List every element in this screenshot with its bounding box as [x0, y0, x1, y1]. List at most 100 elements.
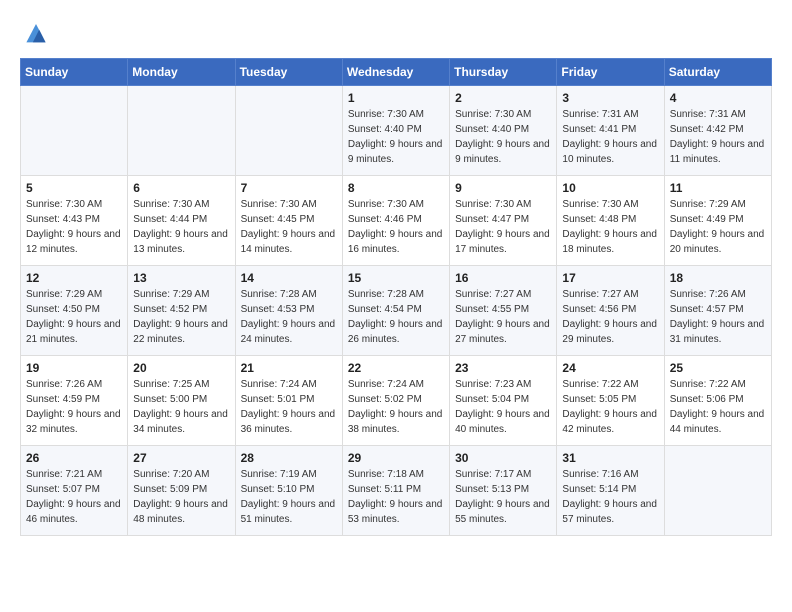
weekday-header-wednesday: Wednesday	[342, 59, 449, 86]
weekday-header-tuesday: Tuesday	[235, 59, 342, 86]
calendar-cell: 29 Sunrise: 7:18 AMSunset: 5:11 PMDayligh…	[342, 446, 449, 536]
logo-icon	[20, 20, 52, 48]
day-info: Sunrise: 7:22 AMSunset: 5:06 PMDaylight:…	[670, 377, 766, 437]
day-number: 22	[348, 361, 444, 375]
calendar-cell: 13Sunrise: 7:29 AMSunset: 4:52 PMDayligh…	[128, 266, 235, 356]
day-number: 23	[455, 361, 551, 375]
logo	[20, 20, 56, 48]
day-info: Sunrise: 7:16 AMSunset: 5:14 PMDaylight:…	[562, 467, 658, 527]
day-info: Sunrise: 7:30 AMSunset: 4:40 PMDaylight:…	[455, 107, 551, 167]
day-number: 8	[348, 181, 444, 195]
day-number: 21	[241, 361, 337, 375]
weekday-header-saturday: Saturday	[664, 59, 771, 86]
calendar-cell: 30 Sunrise: 7:17 AMSunset: 5:13 PMDayligh…	[450, 446, 557, 536]
day-info: Sunrise: 7:19 AMSunset: 5:10 PMDaylight:…	[241, 467, 337, 527]
calendar-cell: 28 Sunrise: 7:19 AMSunset: 5:10 PMDayligh…	[235, 446, 342, 536]
calendar-cell: 3 Sunrise: 7:31 AMSunset: 4:41 PMDaylight…	[557, 86, 664, 176]
day-info: Sunrise: 7:28 AMSunset: 4:53 PMDaylight:…	[241, 287, 337, 347]
calendar-cell: 8 Sunrise: 7:30 AMSunset: 4:46 PMDaylight…	[342, 176, 449, 266]
calendar-cell: 4 Sunrise: 7:31 AMSunset: 4:42 PMDaylight…	[664, 86, 771, 176]
day-info: Sunrise: 7:24 AMSunset: 5:01 PMDaylight:…	[241, 377, 337, 437]
calendar-cell: 18 Sunrise: 7:26 AMSunset: 4:57 PMDayligh…	[664, 266, 771, 356]
calendar-cell	[235, 86, 342, 176]
day-number: 6	[133, 181, 229, 195]
day-number: 31	[562, 451, 658, 465]
page-header	[20, 20, 772, 48]
day-number: 18	[670, 271, 766, 285]
day-info: Sunrise: 7:30 AMSunset: 4:47 PMDaylight:…	[455, 197, 551, 257]
day-info: Sunrise: 7:30 AMSunset: 4:44 PMDaylight:…	[133, 197, 229, 257]
weekday-header-thursday: Thursday	[450, 59, 557, 86]
calendar-cell: 19 Sunrise: 7:26 AMSunset: 4:59 PMDayligh…	[21, 356, 128, 446]
day-info: Sunrise: 7:30 AMSunset: 4:46 PMDaylight:…	[348, 197, 444, 257]
day-number: 27	[133, 451, 229, 465]
calendar-cell: 31 Sunrise: 7:16 AMSunset: 5:14 PMDayligh…	[557, 446, 664, 536]
day-number: 25	[670, 361, 766, 375]
calendar-cell	[21, 86, 128, 176]
day-info: Sunrise: 7:17 AMSunset: 5:13 PMDaylight:…	[455, 467, 551, 527]
calendar-cell: 12 Sunrise: 7:29 AMSunset: 4:50 PMDayligh…	[21, 266, 128, 356]
day-info: Sunrise: 7:25 AMSunset: 5:00 PMDaylight:…	[133, 377, 229, 437]
day-number: 19	[26, 361, 122, 375]
day-number: 29	[348, 451, 444, 465]
calendar-cell: 9Sunrise: 7:30 AMSunset: 4:47 PMDaylight…	[450, 176, 557, 266]
calendar-cell: 21 Sunrise: 7:24 AMSunset: 5:01 PMDayligh…	[235, 356, 342, 446]
day-number: 3	[562, 91, 658, 105]
day-info: Sunrise: 7:18 AMSunset: 5:11 PMDaylight:…	[348, 467, 444, 527]
calendar-cell: 7Sunrise: 7:30 AMSunset: 4:45 PMDaylight…	[235, 176, 342, 266]
day-info: Sunrise: 7:22 AMSunset: 5:05 PMDaylight:…	[562, 377, 658, 437]
day-number: 2	[455, 91, 551, 105]
calendar-cell: 15 Sunrise: 7:28 AMSunset: 4:54 PMDayligh…	[342, 266, 449, 356]
calendar-cell: 14 Sunrise: 7:28 AMSunset: 4:53 PMDayligh…	[235, 266, 342, 356]
calendar-cell: 22 Sunrise: 7:24 AMSunset: 5:02 PMDayligh…	[342, 356, 449, 446]
day-info: Sunrise: 7:26 AMSunset: 4:57 PMDaylight:…	[670, 287, 766, 347]
day-number: 20	[133, 361, 229, 375]
calendar-cell: 16Sunrise: 7:27 AMSunset: 4:55 PMDayligh…	[450, 266, 557, 356]
day-number: 10	[562, 181, 658, 195]
calendar-cell: 24 Sunrise: 7:22 AMSunset: 5:05 PMDayligh…	[557, 356, 664, 446]
calendar-cell: 10 Sunrise: 7:30 AMSunset: 4:48 PMDayligh…	[557, 176, 664, 266]
day-number: 17	[562, 271, 658, 285]
day-number: 14	[241, 271, 337, 285]
day-info: Sunrise: 7:31 AMSunset: 4:41 PMDaylight:…	[562, 107, 658, 167]
day-number: 5	[26, 181, 122, 195]
day-info: Sunrise: 7:29 AMSunset: 4:49 PMDaylight:…	[670, 197, 766, 257]
day-number: 28	[241, 451, 337, 465]
weekday-header-friday: Friday	[557, 59, 664, 86]
day-info: Sunrise: 7:21 AMSunset: 5:07 PMDaylight:…	[26, 467, 122, 527]
day-number: 4	[670, 91, 766, 105]
calendar-cell: 26Sunrise: 7:21 AMSunset: 5:07 PMDayligh…	[21, 446, 128, 536]
calendar-cell	[664, 446, 771, 536]
day-info: Sunrise: 7:24 AMSunset: 5:02 PMDaylight:…	[348, 377, 444, 437]
day-info: Sunrise: 7:30 AMSunset: 4:43 PMDaylight:…	[26, 197, 122, 257]
weekday-header-sunday: Sunday	[21, 59, 128, 86]
day-number: 16	[455, 271, 551, 285]
calendar-cell: 25 Sunrise: 7:22 AMSunset: 5:06 PMDayligh…	[664, 356, 771, 446]
calendar-cell: 2 Sunrise: 7:30 AMSunset: 4:40 PMDaylight…	[450, 86, 557, 176]
calendar-cell: 6 Sunrise: 7:30 AMSunset: 4:44 PMDaylight…	[128, 176, 235, 266]
day-info: Sunrise: 7:30 AMSunset: 4:48 PMDaylight:…	[562, 197, 658, 257]
day-info: Sunrise: 7:29 AMSunset: 4:50 PMDaylight:…	[26, 287, 122, 347]
calendar-cell: 20 Sunrise: 7:25 AMSunset: 5:00 PMDayligh…	[128, 356, 235, 446]
day-info: Sunrise: 7:31 AMSunset: 4:42 PMDaylight:…	[670, 107, 766, 167]
day-info: Sunrise: 7:29 AMSunset: 4:52 PMDaylight:…	[133, 287, 229, 347]
calendar-cell	[128, 86, 235, 176]
day-number: 1	[348, 91, 444, 105]
day-info: Sunrise: 7:20 AMSunset: 5:09 PMDaylight:…	[133, 467, 229, 527]
calendar-cell: 23Sunrise: 7:23 AMSunset: 5:04 PMDayligh…	[450, 356, 557, 446]
weekday-header-monday: Monday	[128, 59, 235, 86]
day-number: 30	[455, 451, 551, 465]
day-number: 15	[348, 271, 444, 285]
calendar-cell: 1 Sunrise: 7:30 AMSunset: 4:40 PMDaylight…	[342, 86, 449, 176]
day-info: Sunrise: 7:27 AMSunset: 4:56 PMDaylight:…	[562, 287, 658, 347]
day-info: Sunrise: 7:28 AMSunset: 4:54 PMDaylight:…	[348, 287, 444, 347]
day-number: 11	[670, 181, 766, 195]
day-info: Sunrise: 7:30 AMSunset: 4:40 PMDaylight:…	[348, 107, 444, 167]
calendar-cell: 5 Sunrise: 7:30 AMSunset: 4:43 PMDaylight…	[21, 176, 128, 266]
day-number: 24	[562, 361, 658, 375]
day-info: Sunrise: 7:26 AMSunset: 4:59 PMDaylight:…	[26, 377, 122, 437]
calendar-cell: 27 Sunrise: 7:20 AMSunset: 5:09 PMDayligh…	[128, 446, 235, 536]
day-number: 12	[26, 271, 122, 285]
calendar-table: SundayMondayTuesdayWednesdayThursdayFrid…	[20, 58, 772, 536]
day-info: Sunrise: 7:30 AMSunset: 4:45 PMDaylight:…	[241, 197, 337, 257]
